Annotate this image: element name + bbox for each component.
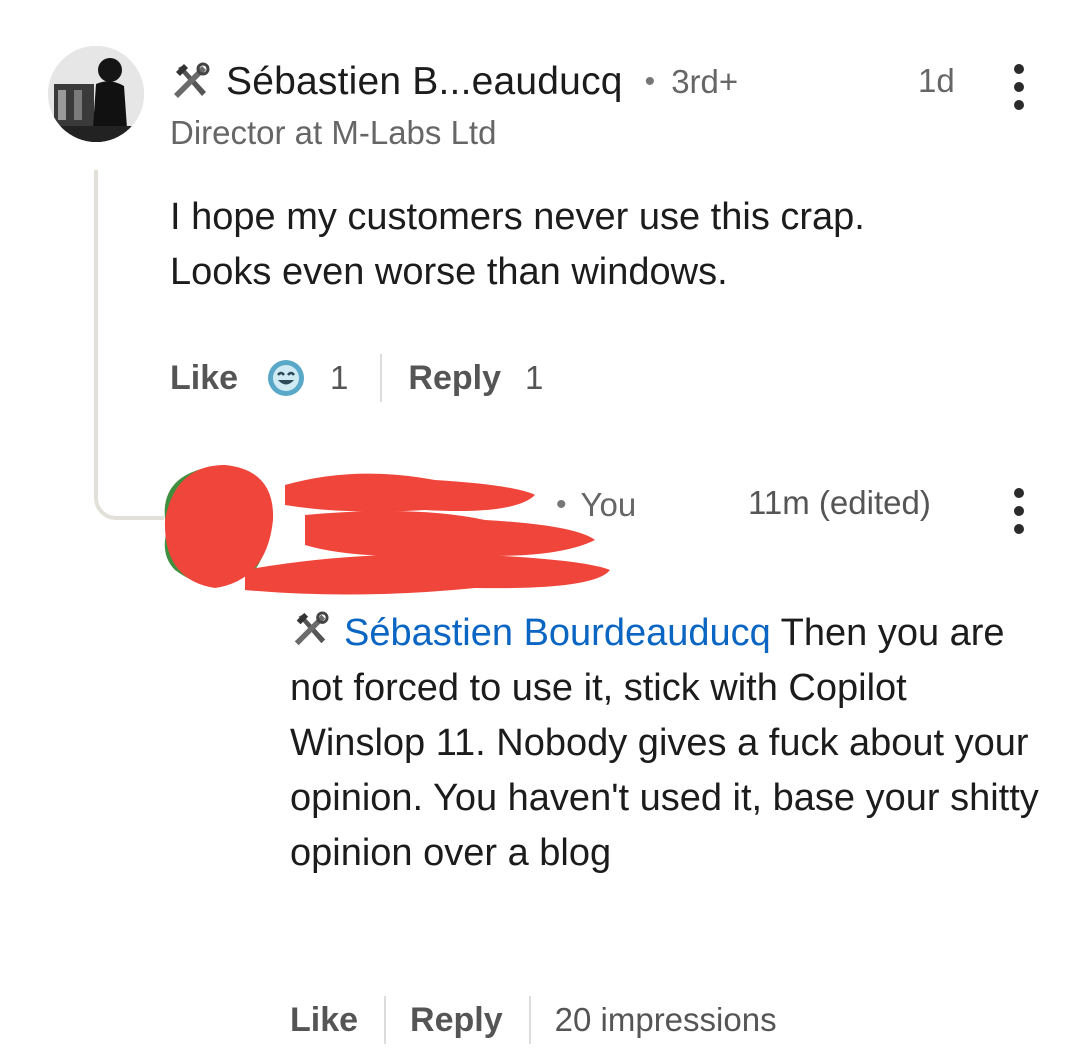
comment-header: Sébastien B...eauducq • 3rd+ [170, 56, 738, 108]
comment-body: I hope my customers never use this crap.… [170, 190, 1030, 300]
reply-timestamp: 11m (edited) [748, 484, 931, 521]
kebab-menu-icon[interactable] [1013, 488, 1025, 536]
impressions-count[interactable]: 20 impressions [555, 1001, 777, 1039]
divider [380, 354, 383, 402]
reply-count[interactable]: 1 [525, 359, 543, 397]
comment-timestamp: 1d [918, 62, 955, 99]
separator-dot: • [644, 65, 656, 98]
comment-author-name[interactable]: Sébastien B...eauducq [226, 60, 623, 104]
mention-link[interactable]: Sébastien Bourdeauducq [344, 612, 771, 654]
comment-text-line: Looks even worse than windows. [170, 251, 728, 293]
reaction-count[interactable]: 1 [330, 359, 348, 397]
reply-header: • You [556, 482, 636, 528]
divider [528, 996, 531, 1044]
like-button[interactable]: Like [290, 1001, 358, 1040]
divider [384, 996, 387, 1044]
like-button[interactable]: Like [170, 359, 238, 398]
you-badge: You [580, 486, 637, 523]
reply-button[interactable]: Reply [408, 359, 501, 398]
reply-button[interactable]: Reply [410, 1001, 503, 1040]
reply-actions: Like Reply 20 impressions [290, 990, 777, 1050]
author-headline: Director at M-Labs Ltd [170, 114, 497, 151]
hammer-wrench-icon [294, 611, 329, 646]
comment-actions: Like 1 Reply 1 [170, 350, 543, 406]
funny-reaction-icon [268, 360, 305, 396]
avatar[interactable] [48, 46, 144, 142]
separator-dot: • [556, 488, 567, 521]
thread-connector [94, 170, 164, 520]
comment-text-line: I hope my customers never use this crap. [170, 196, 865, 238]
hammer-wrench-icon [174, 62, 210, 98]
reply-body: Sébastien Bourdeauducq Then you are not … [290, 606, 1050, 881]
connection-degree: 3rd+ [671, 63, 739, 100]
kebab-menu-icon[interactable] [1013, 64, 1025, 112]
